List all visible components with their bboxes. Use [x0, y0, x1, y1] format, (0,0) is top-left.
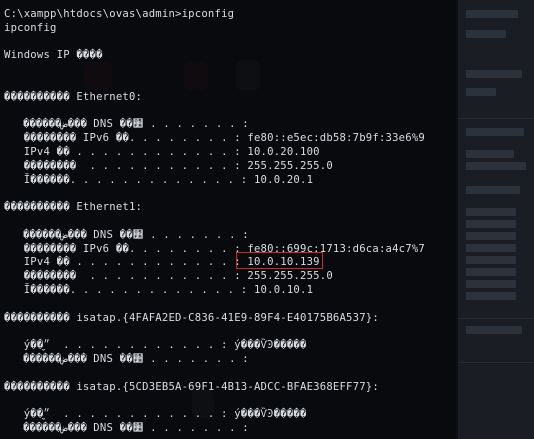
- background-divider: [458, 118, 534, 119]
- ip-highlight-box: [236, 252, 323, 269]
- terminal-line: ���������� Ethernet0:: [4, 90, 143, 103]
- terminal-line: ���������� isatap.{4FAFA2ED-C836-41E9-89…: [4, 311, 379, 324]
- background-text-bar: [466, 220, 516, 228]
- terminal-window[interactable]: C:\xampp\htdocs\ovas\admin>ipconfig ipcon…: [0, 0, 456, 439]
- background-text-bar: [466, 268, 516, 276]
- terminal-line: ������ض��� DNS ��׺ . . . . . . . :: [4, 353, 249, 365]
- background-text-bar: [466, 244, 516, 252]
- background-text-bar: [466, 256, 516, 264]
- background-text-bar: [466, 150, 514, 158]
- terminal-line: ���������� isatap.{5CD3EB5A-69F1-4B13-AD…: [4, 380, 379, 393]
- background-window: [458, 0, 534, 439]
- background-divider: [458, 362, 534, 363]
- background-text-bar: [466, 280, 516, 288]
- background-text-bar: [466, 232, 516, 240]
- background-text-bar: [466, 128, 524, 136]
- background-text-bar: [466, 326, 522, 334]
- background-text-bar: [466, 208, 516, 216]
- terminal-line: Ĭ������. . . . . . . . . . . . . : 10.0.…: [4, 173, 314, 186]
- terminal-line: ������ض��� DNS ��׺ . . . . . . . :: [4, 422, 249, 434]
- background-text-bar: [466, 186, 520, 194]
- terminal-line: ipconfig: [4, 21, 57, 34]
- background-text-bar: [466, 10, 518, 18]
- background-divider: [458, 318, 534, 319]
- terminal-line: ���������� Ethernet1:: [4, 201, 143, 214]
- background-text-bar: [466, 70, 522, 78]
- background-text-bar: [466, 292, 516, 300]
- terminal-line: Windows IP ����: [4, 49, 103, 62]
- terminal-line: Ĭ������. . . . . . . . . . . . . : 10.0.…: [4, 284, 314, 296]
- background-text-bar: [466, 88, 496, 96]
- background-text-bar: [466, 162, 526, 170]
- background-text-bar: [466, 30, 506, 38]
